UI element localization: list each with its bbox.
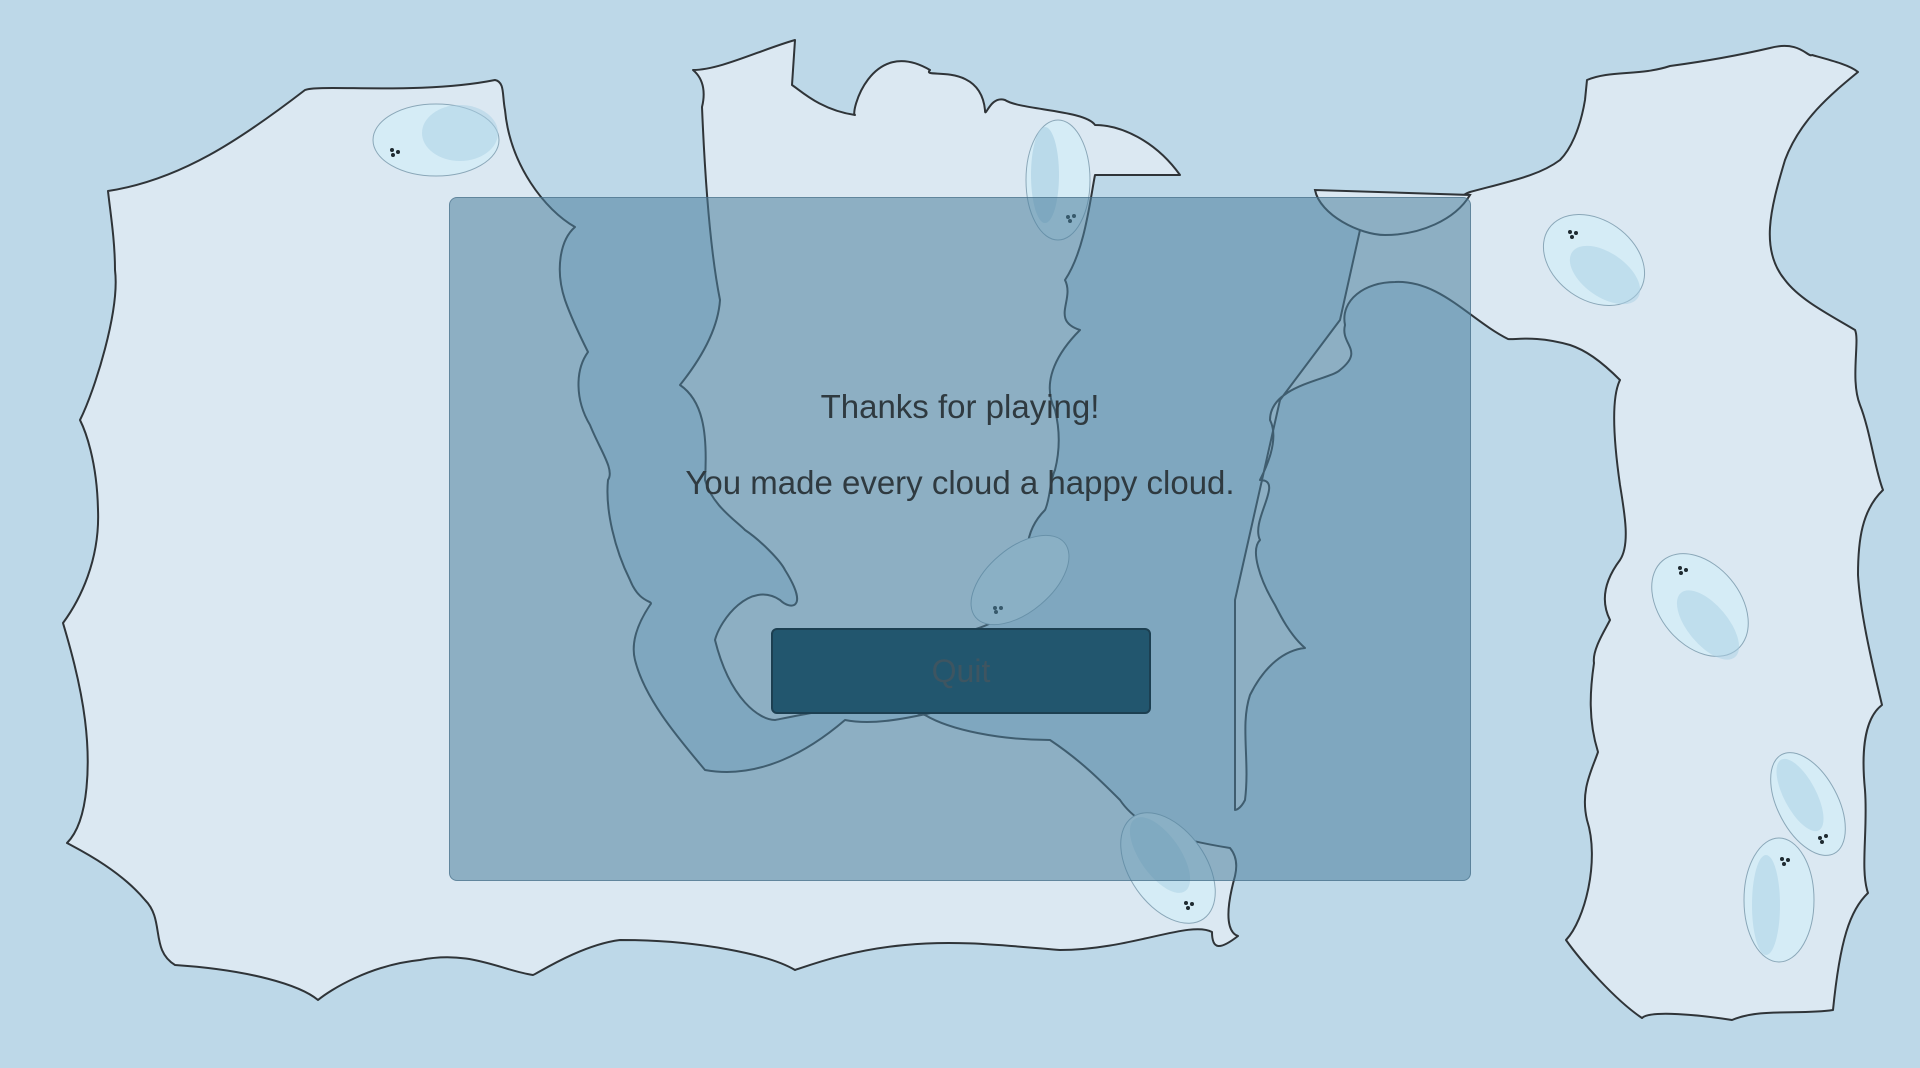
end-game-dialog: Thanks for playing! You made every cloud… (449, 197, 1471, 881)
thanks-title: Thanks for playing! (820, 388, 1100, 425)
quit-button-label: Quit (931, 652, 991, 689)
small-cloud-6 (1743, 837, 1815, 963)
quit-button[interactable]: Quit (771, 628, 1151, 714)
small-cloud-1 (372, 103, 500, 177)
thanks-message: You made every cloud a happy cloud. (685, 464, 1235, 501)
game-scene: Thanks for playing! You made every cloud… (0, 0, 1920, 1068)
